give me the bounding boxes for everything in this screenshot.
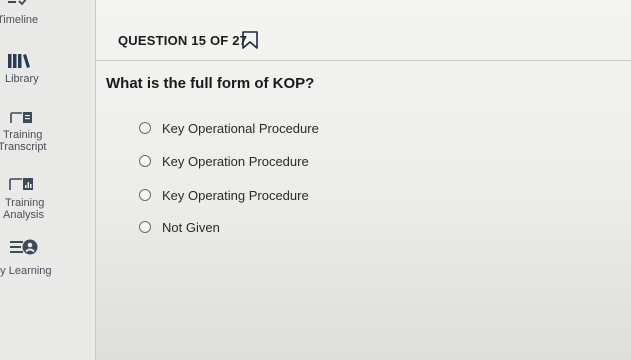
sidebar-item-label: Training	[3, 129, 43, 141]
option-label: Key Operational Procedure	[162, 120, 319, 136]
my-learning-icon	[10, 239, 38, 255]
bookmark-icon[interactable]	[241, 30, 259, 50]
radio-button[interactable]	[139, 221, 151, 233]
answer-option-4[interactable]: Not Given	[139, 216, 439, 238]
answer-option-1[interactable]: Key Operational Procedure	[139, 117, 439, 139]
option-label: Key Operation Procedure	[162, 153, 309, 169]
radio-button[interactable]	[139, 155, 151, 167]
radio-button[interactable]	[139, 122, 151, 134]
library-icon	[8, 54, 30, 68]
question-counter: QUESTION 15 OF 27	[118, 33, 248, 48]
sidebar-item-label: Transcript	[0, 141, 47, 153]
header-divider	[96, 60, 631, 61]
sidebar-item-label: Timeline	[0, 14, 39, 26]
question-text: What is the full form of KOP?	[106, 75, 315, 92]
timeline-icon	[8, 0, 27, 6]
sidebar-item-label: Library	[5, 73, 39, 85]
answer-option-3[interactable]: Key Operating Procedure	[139, 184, 439, 206]
sidebar-item-label: My Learning	[0, 265, 52, 277]
transcript-icon	[10, 112, 32, 123]
analysis-icon	[9, 178, 33, 190]
option-label: Not Given	[162, 219, 220, 235]
sidebar: Timeline Library Training Transcript Tra…	[0, 0, 96, 360]
answer-option-2[interactable]: Key Operation Procedure	[139, 150, 439, 172]
sidebar-item-label: Analysis	[3, 209, 44, 221]
radio-button[interactable]	[139, 189, 151, 201]
sidebar-item-label: Training	[5, 197, 45, 209]
question-panel: QUESTION 15 OF 27 What is the full form …	[96, 0, 631, 360]
option-label: Key Operating Procedure	[162, 187, 309, 203]
